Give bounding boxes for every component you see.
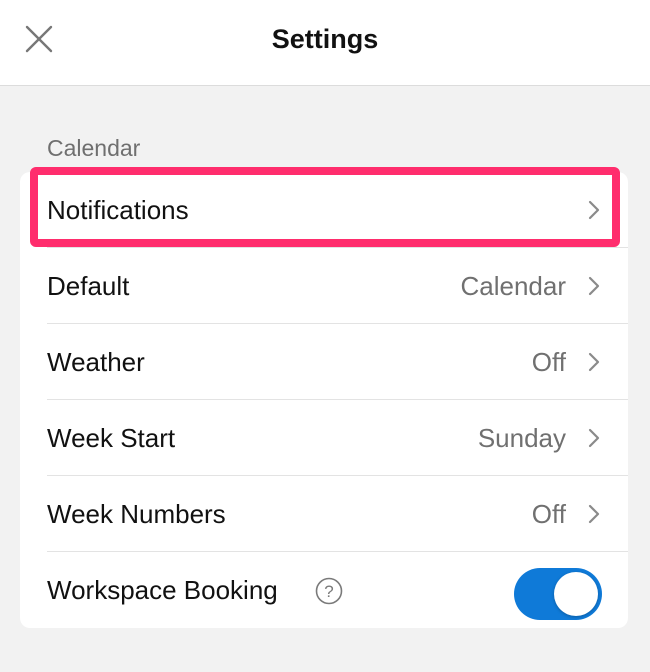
row-default[interactable]: Default Calendar: [20, 248, 628, 324]
toggle-knob: [554, 572, 598, 616]
chevron-right-icon: [588, 352, 600, 372]
row-value: Off: [531, 347, 566, 377]
row-value: Calendar: [460, 271, 566, 301]
row-label: Week Numbers: [47, 499, 226, 529]
svg-text:?: ?: [324, 582, 333, 601]
chevron-right-icon: [588, 428, 600, 448]
help-icon[interactable]: ?: [315, 577, 343, 605]
row-label: Week Start: [47, 423, 176, 453]
settings-card: Notifications Default Calendar Weather O…: [20, 172, 628, 628]
row-label: Default: [47, 271, 130, 301]
section-header-calendar: Calendar: [47, 135, 141, 161]
row-weather[interactable]: Weather Off: [20, 324, 628, 400]
workspace-booking-toggle[interactable]: [514, 568, 602, 620]
row-week-numbers[interactable]: Week Numbers Off: [20, 476, 628, 552]
row-workspace-booking: Workspace Booking ?: [20, 552, 628, 628]
chevron-right-icon: [588, 200, 600, 220]
page-title: Settings: [271, 24, 379, 54]
chevron-right-icon: [588, 504, 600, 524]
row-value: Off: [531, 499, 566, 529]
row-label: Notifications: [47, 195, 189, 225]
row-week-start[interactable]: Week Start Sunday: [20, 400, 628, 476]
row-value: Sunday: [477, 423, 566, 453]
row-label: Weather: [47, 347, 145, 377]
row-label: Workspace Booking: [47, 575, 278, 605]
chevron-right-icon: [588, 276, 600, 296]
row-notifications[interactable]: Notifications: [20, 172, 628, 248]
header-bar: Settings: [0, 0, 650, 86]
